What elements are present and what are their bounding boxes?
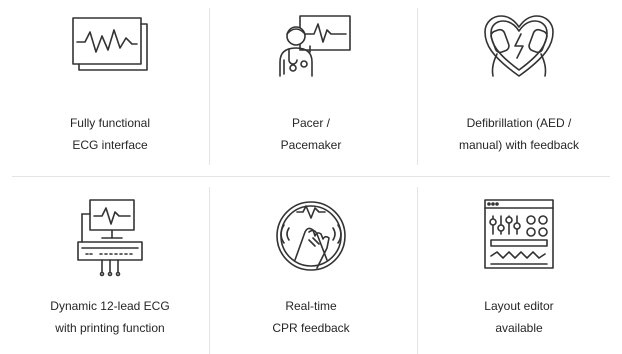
row-divider — [12, 176, 610, 177]
feature-label-line1: Fully functional — [69, 116, 151, 130]
feature-label-line1: Pacer / — [291, 116, 330, 130]
feature-label-line1: Defibrillation (AED / — [466, 116, 572, 130]
feature-label-line2: Pacemaker — [280, 138, 342, 152]
feature-label-line1: Real-time — [285, 299, 337, 313]
column-divider — [417, 187, 418, 354]
feature-label-line2: with printing function — [55, 321, 165, 335]
feature-label-line1: Layout editor — [484, 299, 554, 313]
pacemaker-doctor-icon — [266, 12, 356, 82]
defibrillator-heart-icon — [479, 12, 559, 84]
feature-label-line2: ECG interface — [72, 138, 148, 152]
feature-grid: Fully functional ECG interface Pacer / P… — [0, 0, 622, 354]
feature-label-line2: CPR feedback — [272, 321, 350, 335]
feature-label-line1: Dynamic 12-lead ECG — [50, 299, 170, 313]
cpr-hands-icon — [271, 194, 351, 274]
feature-label-line2: manual) with feedback — [458, 138, 580, 152]
layout-editor-icon — [479, 194, 559, 274]
column-divider — [417, 8, 418, 165]
ecg-monitor-icon — [69, 12, 151, 76]
column-divider — [209, 8, 210, 165]
feature-label-line2: available — [495, 321, 543, 335]
ecg-printer-icon — [72, 194, 148, 280]
column-divider — [209, 187, 210, 354]
